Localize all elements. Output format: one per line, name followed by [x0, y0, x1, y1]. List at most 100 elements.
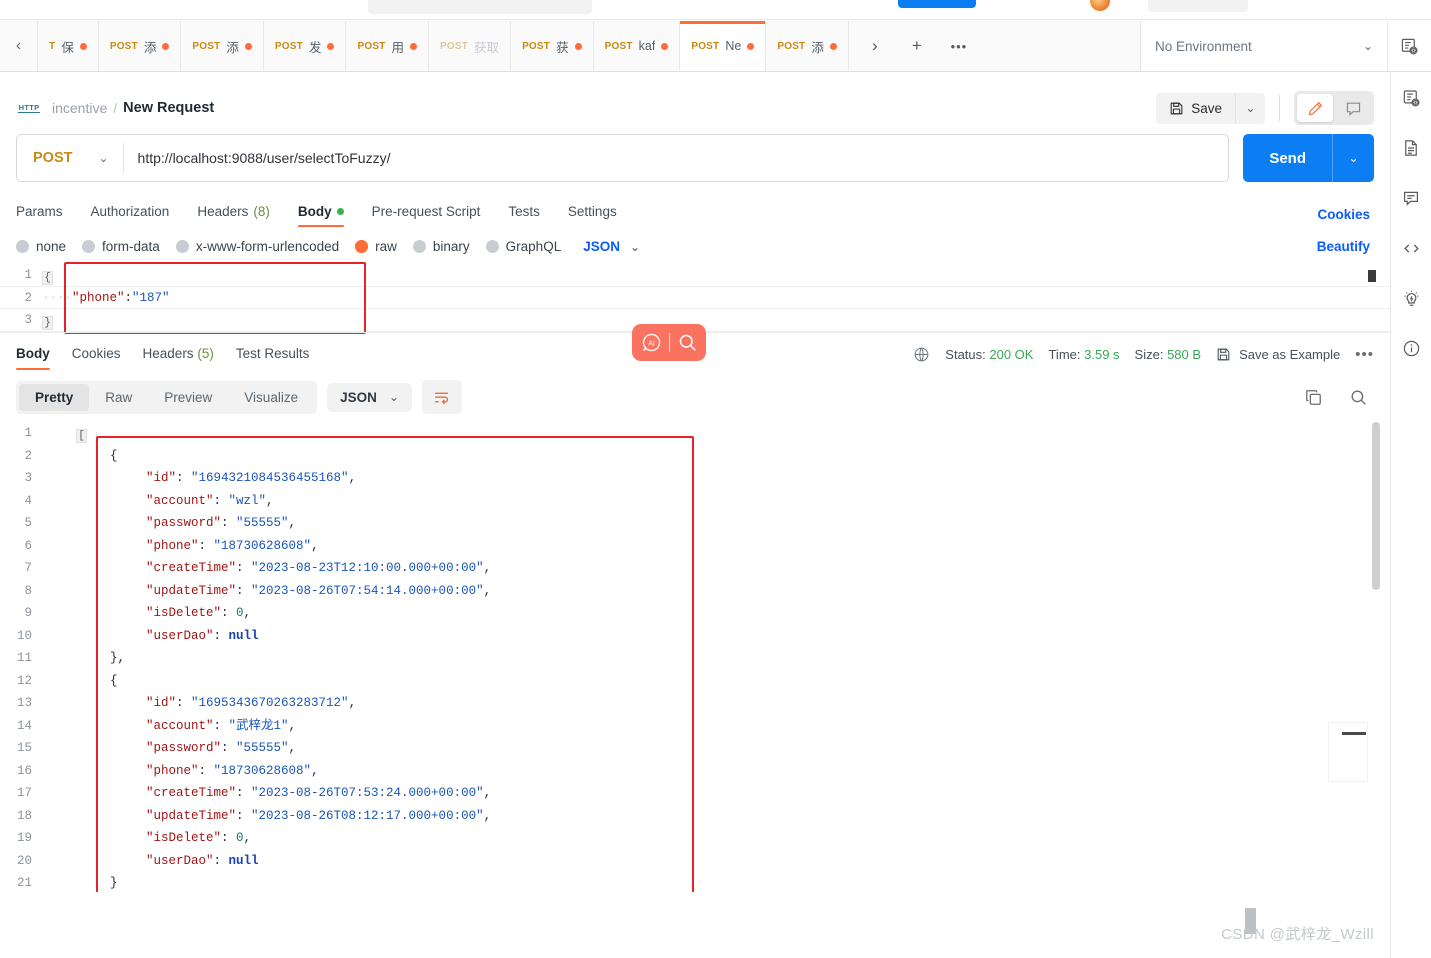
tabs-scroll-left-button[interactable]: ‹: [0, 21, 38, 71]
request-body-editor[interactable]: 1{2 ····"phone":"187" 3}: [0, 262, 1390, 334]
save-button[interactable]: Save: [1156, 93, 1235, 124]
http-method-selector[interactable]: POST ⌄: [17, 135, 123, 181]
comments-icon[interactable]: [1399, 186, 1423, 210]
runner-info-icon[interactable]: [1399, 286, 1423, 310]
open-tab-4[interactable]: POST 用: [346, 21, 430, 71]
response-tab-cookies[interactable]: Cookies: [72, 336, 121, 373]
comment-mode-button[interactable]: [1335, 94, 1371, 122]
request-tab-pre-request-script[interactable]: Pre-request Script: [372, 198, 495, 231]
open-tab-6[interactable]: POST 获: [511, 21, 594, 71]
settings-gear-icon[interactable]: ⚙: [1050, 0, 1064, 4]
minimap-handle[interactable]: [1342, 732, 1366, 735]
response-tab-test-results[interactable]: Test Results: [236, 336, 310, 373]
beautify-link[interactable]: Beautify: [1317, 239, 1374, 254]
request-editor-scrollbar[interactable]: [1368, 270, 1376, 282]
save-options-caret[interactable]: ⌄: [1235, 92, 1265, 124]
response-tab-headers[interactable]: Headers (5): [143, 336, 214, 373]
request-tab-authorization[interactable]: Authorization: [91, 198, 184, 231]
response-view-raw[interactable]: Raw: [89, 384, 148, 411]
fold-marker-icon[interactable]: {: [42, 271, 53, 285]
body-type-form-data[interactable]: form-data: [82, 239, 160, 254]
request-tab-headers[interactable]: Headers (8): [197, 198, 284, 231]
unsaved-dot-icon: [829, 42, 837, 50]
top-right-pill[interactable]: [1148, 0, 1248, 12]
response-tab-label: Headers: [142, 346, 194, 361]
environment-quick-look-icon[interactable]: [1399, 86, 1423, 110]
code-snippet-icon[interactable]: [1399, 236, 1423, 260]
info-icon[interactable]: [1399, 336, 1423, 360]
response-tab-body[interactable]: Body: [16, 336, 50, 373]
open-tab-8[interactable]: POST Ne: [680, 21, 767, 71]
response-toolbar-right-icons: [1304, 388, 1374, 407]
save-as-example-button[interactable]: Save as Example: [1216, 347, 1340, 362]
avatar[interactable]: [1090, 0, 1110, 11]
response-tab-label: Test Results: [235, 346, 310, 361]
body-type-none[interactable]: none: [16, 239, 66, 254]
breadcrumb-collection[interactable]: incentive: [52, 100, 107, 116]
open-tabs-list: T 保 POST 添 POST 添 POST 发 POST 用 POST 获取 POST 获 POST kaf…: [38, 21, 849, 71]
body-format-selector[interactable]: JSON ⌄: [583, 239, 640, 254]
response-format-selector[interactable]: JSON ⌄: [327, 382, 412, 412]
body-type-GraphQL[interactable]: GraphQL: [485, 239, 561, 254]
new-tab-button[interactable]: +: [897, 21, 937, 71]
open-tab-7[interactable]: POST kaf: [593, 21, 681, 71]
environment-selected-label: No Environment: [1155, 38, 1252, 54]
request-tab-params[interactable]: Params: [16, 198, 77, 231]
response-code-line: 4 "account": "wzl",: [0, 490, 1390, 513]
unsaved-dot-icon: [661, 42, 669, 50]
fold-marker-icon[interactable]: [: [76, 429, 87, 443]
body-type-binary[interactable]: binary: [412, 239, 470, 254]
response-code-line: 6 "phone": "18730628608",: [0, 535, 1390, 558]
body-type-x-www-form-urlencoded[interactable]: x-www-form-urlencoded: [175, 239, 339, 254]
send-button[interactable]: Send: [1243, 134, 1332, 182]
send-options-caret[interactable]: ⌄: [1332, 134, 1374, 182]
comment-icon: [1346, 102, 1360, 116]
open-tab-1[interactable]: POST 添: [98, 21, 182, 71]
line-number: 16: [16, 763, 32, 778]
floppy-disk-icon: [1170, 102, 1183, 114]
open-tab-title: 添: [226, 40, 239, 55]
open-tab-method: POST: [604, 40, 633, 52]
open-tab-2[interactable]: POST 添: [181, 21, 264, 71]
response-view-preview[interactable]: Preview: [148, 384, 228, 411]
url-input[interactable]: [123, 150, 1229, 166]
request-tab-label: Tests: [508, 204, 540, 219]
http-badge-label: HTTP: [18, 102, 40, 112]
open-tab-title: 保: [61, 40, 74, 55]
code-text: },: [110, 651, 126, 665]
global-search-pill[interactable]: [368, 0, 592, 14]
request-tab-label: Params: [16, 204, 63, 219]
open-tab-5[interactable]: POST 获取: [429, 21, 512, 71]
tabs-more-button[interactable]: •••: [939, 21, 979, 71]
sync-icon[interactable]: ⎘: [1006, 0, 1020, 4]
copy-icon[interactable]: [1304, 388, 1323, 407]
environment-quick-look-button[interactable]: [1387, 21, 1431, 71]
open-tab-0[interactable]: T保: [38, 21, 99, 71]
response-view-visualize[interactable]: Visualize: [228, 384, 314, 411]
magnifier-icon[interactable]: [1349, 388, 1368, 407]
cookies-link[interactable]: Cookies: [1317, 207, 1374, 222]
open-tab-3[interactable]: POST 发: [263, 21, 347, 71]
edit-mode-button[interactable]: [1297, 94, 1333, 122]
response-more-button[interactable]: •••: [1355, 346, 1374, 363]
request-tab-tests[interactable]: Tests: [508, 198, 554, 231]
response-view-pretty[interactable]: Pretty: [19, 383, 90, 411]
fold-marker-icon[interactable]: }: [42, 316, 53, 330]
open-tab-9[interactable]: POST 添: [766, 21, 849, 71]
upgrade-button[interactable]: [898, 0, 976, 8]
documentation-icon[interactable]: [1399, 136, 1423, 160]
body-type-raw[interactable]: raw: [355, 239, 397, 254]
request-tab-body[interactable]: Body: [297, 198, 358, 231]
request-tab-settings[interactable]: Settings: [568, 198, 631, 231]
postbot-ai-button[interactable]: AI: [632, 324, 706, 361]
line-number: 6: [24, 538, 32, 553]
body-type-label: form-data: [102, 239, 160, 254]
tabs-scroll-right-button[interactable]: ›: [855, 21, 895, 71]
environment-selector[interactable]: No Environment ⌄: [1141, 21, 1387, 71]
page-title[interactable]: New Request: [123, 100, 214, 116]
word-wrap-button[interactable]: [421, 380, 462, 414]
time-badge: Time: 3.59 s: [1048, 347, 1119, 362]
response-scrollbar[interactable]: [1372, 422, 1380, 590]
response-body-viewer[interactable]: 1[2{3 "id": "1694321084536455168", 4 "accou…: [0, 422, 1390, 892]
unsaved-dot-icon: [79, 42, 87, 50]
